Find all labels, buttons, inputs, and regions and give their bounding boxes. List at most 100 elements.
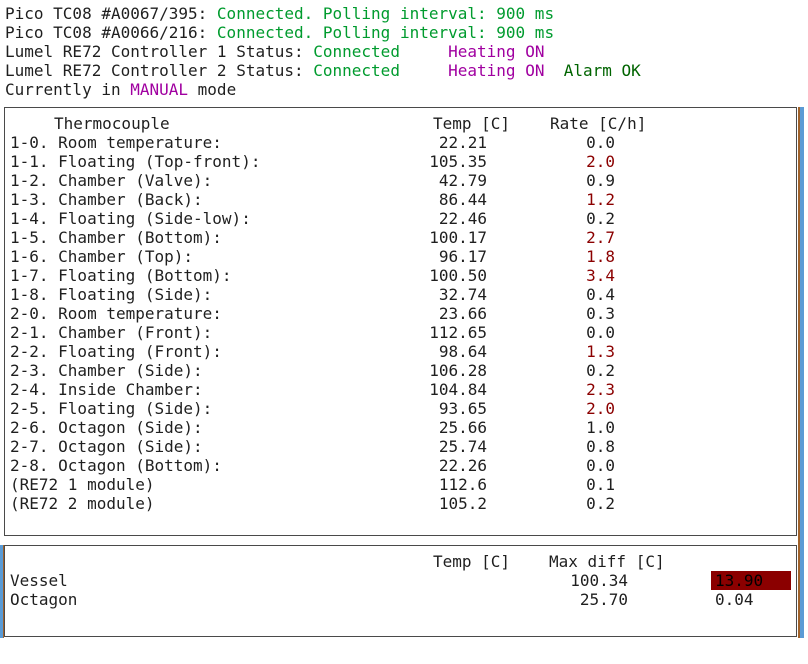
status-segment: Pico TC08 #A0066/216: — [5, 23, 217, 42]
status-line: Pico TC08 #A0067/395: Connected. Polling… — [5, 4, 641, 23]
summary-row: Octagon25.70 0.04 — [10, 590, 791, 609]
temp-value: 25.66 — [387, 418, 487, 437]
thermocouple-label: 1-4. Floating (Side-low): — [10, 209, 387, 228]
status-segment: Alarm OK — [564, 61, 641, 80]
status-line: Currently in MANUAL mode — [5, 80, 641, 99]
table-row: 2-1. Chamber (Front):112.650.0 — [10, 323, 791, 342]
max-diff-value: 0.04 — [711, 590, 791, 609]
status-segment: MANUAL — [130, 80, 188, 99]
window-edge-blue-right — [800, 107, 804, 638]
temp-value: 105.35 — [387, 152, 487, 171]
table-row: 1-3. Chamber (Back):86.441.2 — [10, 190, 791, 209]
table-row: 2-7. Octagon (Side):25.740.8 — [10, 437, 791, 456]
status-segment — [544, 61, 563, 80]
thermocouple-label: 2-6. Octagon (Side): — [10, 418, 387, 437]
rate-value: 0.0 — [487, 456, 615, 475]
table-row: 1-7. Floating (Bottom):100.503.4 — [10, 266, 791, 285]
rate-value: 3.4 — [487, 266, 615, 285]
rate-value: 0.2 — [487, 494, 615, 513]
temp-value: 25.74 — [387, 437, 487, 456]
status-segment: Heating ON — [448, 61, 544, 80]
thermocouple-label: 2-8. Octagon (Bottom): — [10, 456, 387, 475]
thermocouple-label: 2-5. Floating (Side): — [10, 399, 387, 418]
table-row: 2-2. Floating (Front):98.641.3 — [10, 342, 791, 361]
app-window: { "colors": { "text": "#1f1f1f", "green"… — [0, 0, 808, 664]
status-segment — [400, 42, 448, 61]
temp-value: 112.6 — [387, 475, 487, 494]
thermocouple-panel: Thermocouple Temp [C] Rate [C/h] 1-0. Ro… — [4, 107, 797, 536]
rate-value: 0.4 — [487, 285, 615, 304]
status-segment: Pico TC08 #A0067/395: — [5, 4, 217, 23]
status-line: Lumel RE72 Controller 1 Status: Connecte… — [5, 42, 641, 61]
status-segment: Connected. Polling interval: 900 ms — [217, 4, 554, 23]
rate-value: 0.2 — [487, 361, 615, 380]
thermocouple-label: 1-1. Floating (Top-front): — [10, 152, 387, 171]
thermocouple-label: 2-0. Room temperature: — [10, 304, 387, 323]
rate-value: 1.0 — [487, 418, 615, 437]
rate-value: 0.8 — [487, 437, 615, 456]
summary-panel-focus-edge-orange — [3, 545, 4, 638]
temp-value: 32.74 — [387, 285, 487, 304]
table-row: 2-6. Octagon (Side):25.661.0 — [10, 418, 791, 437]
col-header-rate: Rate [C/h] — [550, 114, 646, 133]
summary-temp-value: 25.70 — [528, 590, 628, 609]
rate-value: 0.3 — [487, 304, 615, 323]
summary-label: Octagon — [10, 590, 528, 609]
table-row: 1-1. Floating (Top-front):105.352.0 — [10, 152, 791, 171]
thermocouple-label: 1-6. Chamber (Top): — [10, 247, 387, 266]
summary-temp-value: 100.34 — [528, 571, 628, 590]
temp-value: 105.2 — [387, 494, 487, 513]
thermocouple-label: 1-2. Chamber (Valve): — [10, 171, 387, 190]
thermocouple-label: 2-3. Chamber (Side): — [10, 361, 387, 380]
thermocouple-label: 1-7. Floating (Bottom): — [10, 266, 387, 285]
temp-value: 100.50 — [387, 266, 487, 285]
rate-value: 2.0 — [487, 399, 615, 418]
table-row: 1-2. Chamber (Valve):42.790.9 — [10, 171, 791, 190]
temp-value: 100.17 — [387, 228, 487, 247]
col-header-maxdiff: Max diff [C] — [549, 552, 665, 571]
rate-value: 2.7 — [487, 228, 615, 247]
thermocouple-label: (RE72 2 module) — [10, 494, 387, 513]
thermocouple-rows: 1-0. Room temperature:22.210.01-1. Float… — [10, 133, 791, 513]
thermocouple-label: 1-3. Chamber (Back): — [10, 190, 387, 209]
status-segment: Currently in — [5, 80, 130, 99]
status-segment: Connected — [313, 61, 400, 80]
col-header-summary-temp: Temp [C] — [433, 552, 510, 571]
table-row: 1-8. Floating (Side):32.740.4 — [10, 285, 791, 304]
thermocouple-label: 2-2. Floating (Front): — [10, 342, 387, 361]
max-diff-value: 13.90 — [711, 571, 791, 590]
table-row: 1-4. Floating (Side-low):22.460.2 — [10, 209, 791, 228]
temp-value: 22.26 — [387, 456, 487, 475]
status-segment: mode — [188, 80, 236, 99]
summary-row: Vessel100.3413.90 — [10, 571, 791, 590]
temp-value: 98.64 — [387, 342, 487, 361]
summary-rows: Vessel100.3413.90Octagon25.700.04 — [10, 571, 791, 609]
thermocouple-label: 2-7. Octagon (Side): — [10, 437, 387, 456]
temp-value: 96.17 — [387, 247, 487, 266]
rate-value: 0.1 — [487, 475, 615, 494]
status-segment: Lumel RE72 Controller 2 Status: — [5, 61, 313, 80]
status-block: Pico TC08 #A0067/395: Connected. Polling… — [5, 4, 641, 99]
thermocouple-label: 1-5. Chamber (Bottom): — [10, 228, 387, 247]
status-line: Pico TC08 #A0066/216: Connected. Polling… — [5, 23, 641, 42]
thermocouple-label: 2-4. Inside Chamber: — [10, 380, 387, 399]
col-header-temp: Temp [C] — [433, 114, 510, 133]
table-row: 2-4. Inside Chamber:104.842.3 — [10, 380, 791, 399]
table-row: 2-0. Room temperature:23.660.3 — [10, 304, 791, 323]
table-row: (RE72 1 module)112.60.1 — [10, 475, 791, 494]
temp-value: 112.65 — [387, 323, 487, 342]
summary-panel: Temp [C] Max diff [C] Vessel100.3413.90O… — [4, 545, 797, 637]
status-line: Lumel RE72 Controller 2 Status: Connecte… — [5, 61, 641, 80]
table-row: 2-3. Chamber (Side):106.280.2 — [10, 361, 791, 380]
rate-value: 0.9 — [487, 171, 615, 190]
temp-value: 23.66 — [387, 304, 487, 323]
temp-value: 106.28 — [387, 361, 487, 380]
temp-value: 104.84 — [387, 380, 487, 399]
table-row: 1-6. Chamber (Top):96.171.8 — [10, 247, 791, 266]
table-row: 1-0. Room temperature:22.210.0 — [10, 133, 791, 152]
rate-value: 2.0 — [487, 152, 615, 171]
thermocouple-label: 2-1. Chamber (Front): — [10, 323, 387, 342]
status-segment: Connected — [313, 42, 400, 61]
summary-header-row: Temp [C] Max diff [C] — [10, 552, 791, 571]
rate-value: 1.3 — [487, 342, 615, 361]
